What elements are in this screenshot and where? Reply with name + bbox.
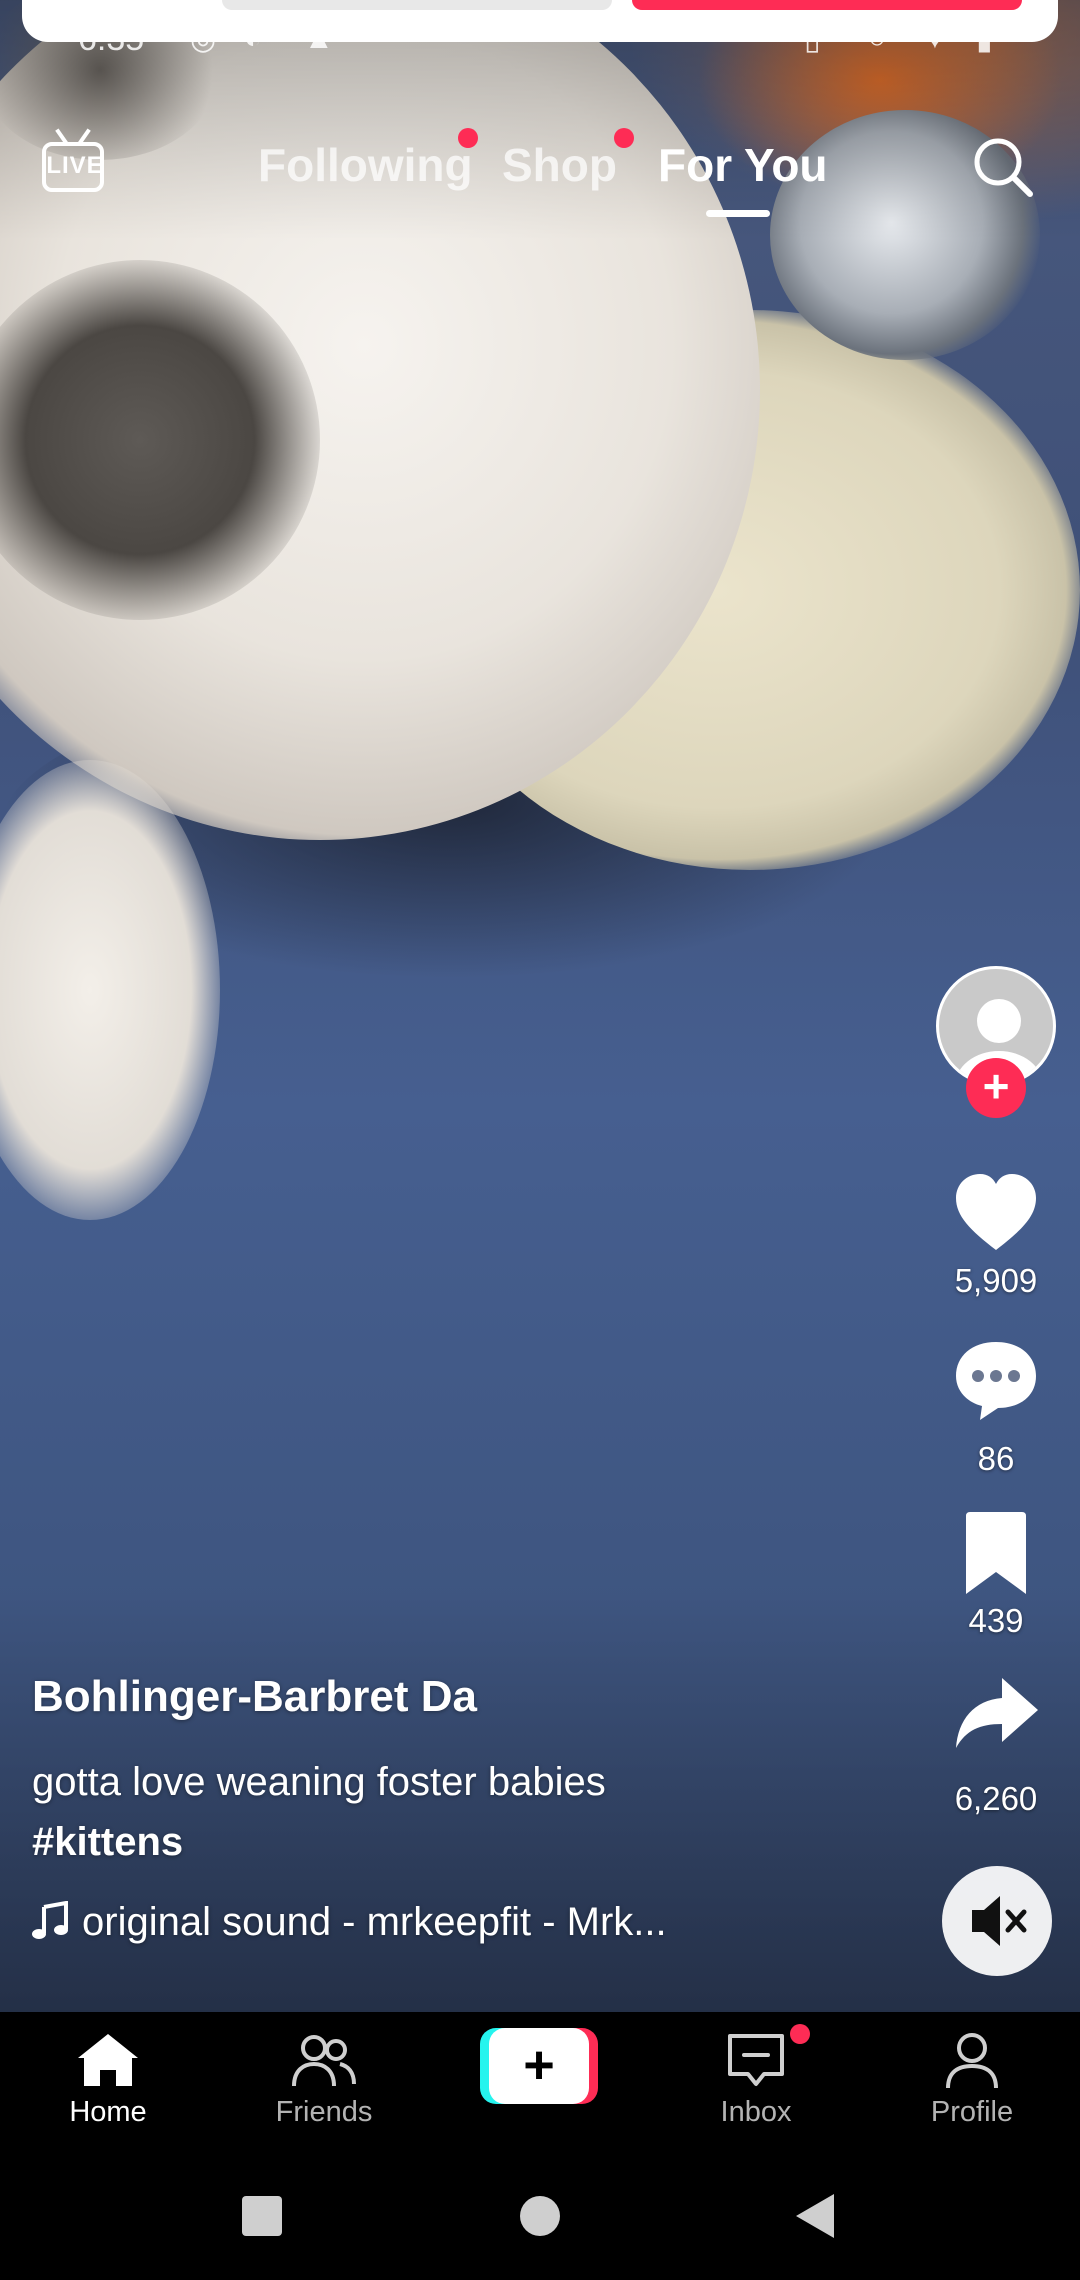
- nav-inbox[interactable]: Inbox: [656, 2012, 856, 2152]
- share-count: 6,260: [954, 1780, 1038, 1817]
- follow-plus-button[interactable]: +: [966, 1058, 1026, 1118]
- like-heart-icon[interactable]: [950, 1168, 1042, 1260]
- bookmark-icon[interactable]: [950, 1508, 1042, 1600]
- battery-icon: ▮: [976, 23, 993, 56]
- tiktok-feed-screen: 6:35 ◎ ◐ ▲ ▯ ○ ♥ ▮ LIVE Following Shop F…: [0, 0, 1080, 2280]
- shop-notification-dot: [614, 128, 634, 148]
- sound-link[interactable]: original sound - mrkeepfit - Mrk...: [32, 1900, 667, 1945]
- nav-friends-label: Friends: [275, 2096, 373, 2128]
- hashtag-link[interactable]: #kittens: [32, 1820, 183, 1865]
- comment-icon[interactable]: [950, 1334, 1042, 1426]
- nav-inbox-label: Inbox: [720, 2096, 792, 2128]
- top-sheet-edge: [22, 0, 1058, 42]
- status-time: 6:35: [78, 20, 145, 58]
- profile-icon: [946, 2033, 998, 2089]
- speaker-muted-icon: [972, 1896, 1027, 1946]
- avatar-head: [977, 999, 1021, 1043]
- nav-profile-label: Profile: [930, 2096, 1014, 2128]
- tab-following[interactable]: Following: [258, 138, 473, 192]
- friends-icon: [292, 2035, 356, 2087]
- sheet-secondary-button-edge[interactable]: [222, 0, 612, 10]
- creator-name[interactable]: Bohlinger-Barbret Da: [32, 1672, 477, 1722]
- plus-icon: +: [523, 2035, 555, 2095]
- warning-icon: ▲: [304, 22, 334, 55]
- home-icon: [78, 2034, 138, 2086]
- save-count: 439: [968, 1602, 1024, 1639]
- live-button[interactable]: LIVE: [40, 128, 114, 198]
- home-system-button[interactable]: [520, 2196, 560, 2236]
- recents-button[interactable]: [242, 2196, 282, 2236]
- dnd-icon: ○: [868, 22, 887, 55]
- music-note-icon: [32, 1901, 68, 1939]
- mute-button[interactable]: [942, 1866, 1052, 1976]
- nav-friends[interactable]: Friends: [224, 2012, 424, 2152]
- moon-icon: ◐: [244, 22, 263, 55]
- nav-home-label: Home: [69, 2096, 147, 2128]
- nav-home[interactable]: Home: [8, 2012, 208, 2152]
- tab-for-you[interactable]: For You: [658, 138, 828, 192]
- comment-count: 86: [977, 1440, 1015, 1477]
- vibrate-icon: ▯: [804, 23, 821, 56]
- sound-name: original sound - mrkeepfit - Mrk...: [82, 1900, 667, 1944]
- back-button[interactable]: [796, 2194, 834, 2238]
- bottom-nav-bar: Home Friends + Inbox Profile: [0, 2012, 1080, 2152]
- tab-shop[interactable]: Shop: [502, 138, 617, 192]
- inbox-icon: [728, 2034, 784, 2086]
- inbox-notification-dot: [790, 2024, 810, 2044]
- alarm-icon: ◎: [190, 23, 217, 56]
- like-count: 5,909: [954, 1262, 1038, 1299]
- search-button[interactable]: [970, 134, 1036, 200]
- following-notification-dot: [458, 128, 478, 148]
- wifi-icon: ♥: [926, 22, 944, 55]
- nav-profile[interactable]: Profile: [872, 2012, 1072, 2152]
- sheet-primary-button-edge[interactable]: [632, 0, 1022, 10]
- video-description: gotta love weaning foster babies: [32, 1760, 606, 1804]
- search-icon: [974, 138, 1033, 197]
- create-button[interactable]: +: [480, 2028, 598, 2104]
- active-tab-indicator: [706, 210, 770, 217]
- share-arrow-icon[interactable]: [950, 1668, 1042, 1760]
- live-label: LIVE: [46, 152, 104, 179]
